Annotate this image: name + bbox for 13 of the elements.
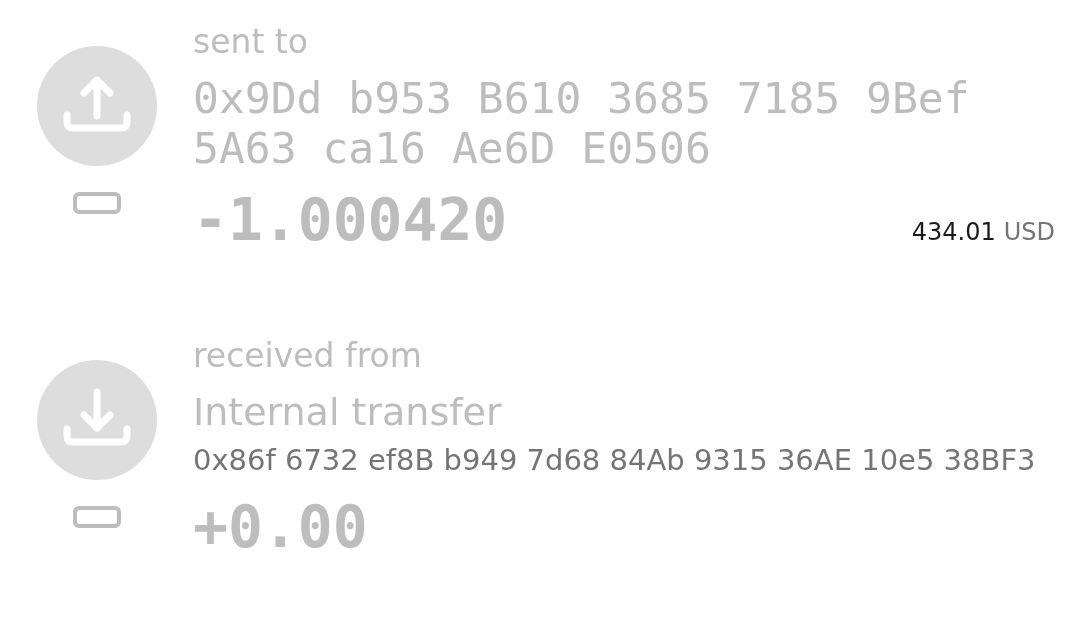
counterparty-name: Internal transfer — [193, 389, 502, 435]
fiat-value: 434.01 — [911, 218, 996, 246]
direction-label: received from — [193, 336, 422, 376]
download-icon — [36, 360, 157, 480]
direction-label: sent to — [193, 22, 308, 62]
amount-text: +0.00 — [193, 497, 368, 557]
currency-code: USD — [1003, 218, 1055, 246]
rounded-rectangle-icon — [72, 506, 121, 528]
wallet-address: 0x86f 6732 ef8B b949 7d68 84Ab 9315 36AE 10e5 38BF3 — [193, 442, 1036, 478]
wallet-address: 0x9Dd b953 B610 3685 7185 9Bef 5A63 ca16 Ae6D E0506 — [193, 73, 971, 173]
amount-text: -1.000420 — [193, 190, 508, 250]
rounded-rectangle-icon — [72, 192, 121, 214]
upload-icon — [36, 46, 157, 166]
